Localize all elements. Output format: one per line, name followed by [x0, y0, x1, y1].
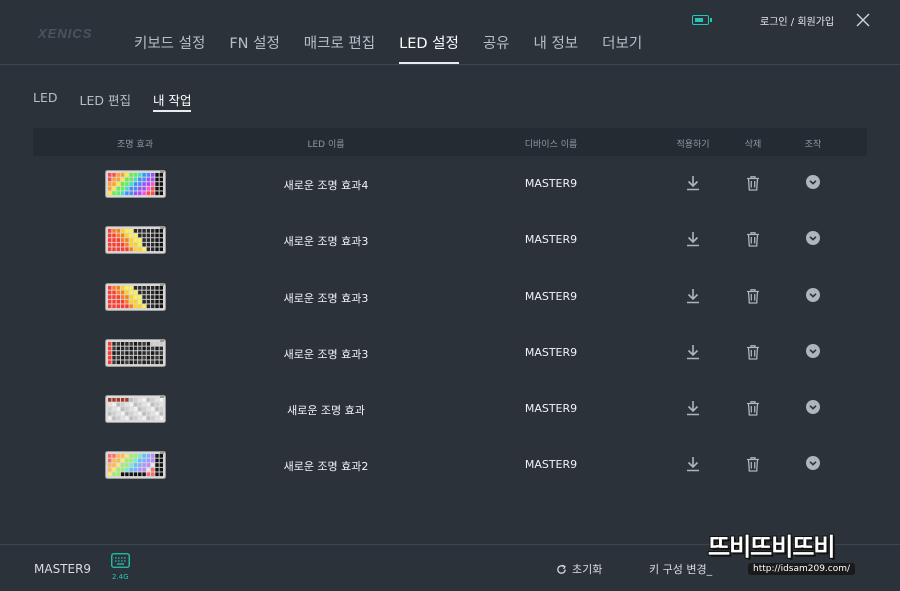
header-apply: 적용하기 — [676, 140, 710, 150]
action-menu-button[interactable] — [804, 287, 822, 305]
header-device-name: 디바이스 이름 — [524, 140, 578, 150]
chevron-down-circle-icon — [806, 400, 820, 415]
action-menu-button[interactable] — [804, 455, 822, 473]
tab-led[interactable]: LED — [22, 90, 69, 112]
nav-share[interactable]: 공유 — [471, 32, 522, 64]
trash-icon — [747, 345, 759, 360]
chevron-down-circle-icon — [806, 231, 820, 246]
tab-my-work[interactable]: 내 작업 — [142, 90, 202, 112]
delete-button[interactable] — [744, 174, 762, 192]
nav-macro-edit[interactable]: 매크로 편집 — [292, 32, 387, 64]
connection-badge: 2.4G — [112, 573, 129, 581]
apply-download-button[interactable] — [684, 230, 702, 248]
led-name: 새로운 조명 효과 — [287, 404, 365, 418]
table-row: 새로운 조명 효과3 MASTER9 — [33, 212, 867, 268]
table-row: 새로운 조명 효과3 MASTER9 — [33, 325, 867, 381]
refresh-icon — [557, 564, 566, 574]
led-preview-keyboard — [105, 451, 166, 480]
reset-button[interactable]: 초기화 — [556, 561, 602, 577]
header-led-name: LED 이름 — [307, 140, 345, 150]
top-bar: XENICS 키보드 설정 FN 설정 매크로 편집 LED 설정 공유 내 정… — [0, 0, 900, 64]
header-effect: 조명 효과 — [117, 140, 153, 150]
trash-icon — [747, 288, 759, 304]
led-name: 새로운 조명 효과3 — [283, 347, 369, 361]
download-icon — [687, 176, 699, 191]
download-icon — [687, 401, 699, 416]
nav-more[interactable]: 더보기 — [590, 32, 654, 64]
led-preview-keyboard — [105, 282, 166, 311]
chevron-down-circle-icon — [806, 456, 820, 471]
device-name: MASTER9 — [524, 177, 578, 190]
delete-button[interactable] — [744, 230, 762, 248]
led-preview-keyboard — [105, 395, 166, 424]
trash-icon — [747, 457, 759, 473]
download-icon — [687, 288, 699, 303]
device-name: MASTER9 — [524, 345, 578, 359]
watermark-title: 뜨비뜨비뜨비 — [708, 533, 835, 561]
header-divider — [0, 64, 900, 65]
footer-device-name: MASTER9 — [34, 562, 92, 576]
watermark: 뜨비뜨비뜨비 http://idsam209.com/ — [708, 527, 892, 583]
apply-download-button[interactable] — [684, 455, 702, 473]
login-signup-link[interactable]: 로그인 / 회원가입 — [760, 13, 834, 28]
sub-tabs: LED LED 편집 내 작업 — [22, 90, 202, 112]
action-menu-button[interactable] — [804, 343, 822, 361]
brand-logo: XENICS — [38, 26, 93, 41]
action-menu-button[interactable] — [804, 230, 822, 248]
delete-button[interactable] — [744, 343, 762, 361]
table-row: 새로운 조명 효과2 MASTER9 — [33, 437, 867, 493]
tab-led-edit[interactable]: LED 편집 — [69, 90, 142, 112]
apply-download-button[interactable] — [684, 174, 702, 192]
delete-button[interactable] — [744, 455, 762, 473]
table-body: 새로운 조명 효과4 MASTER9 새로운 조명 효과3 MASTER9 새로… — [33, 156, 867, 494]
apply-download-button[interactable] — [684, 399, 702, 417]
action-menu-button[interactable] — [804, 174, 822, 192]
trash-icon — [747, 176, 759, 191]
device-name: MASTER9 — [524, 233, 578, 247]
action-menu-button[interactable] — [804, 399, 822, 417]
led-preview-keyboard — [105, 338, 166, 367]
device-name: MASTER9 — [524, 458, 578, 472]
trash-icon — [747, 232, 759, 247]
header-delete: 삭제 — [744, 140, 762, 150]
table-header: 조명 효과 LED 이름 디바이스 이름 적용하기 삭제 조작 — [33, 128, 867, 156]
apply-download-button[interactable] — [684, 343, 702, 361]
chevron-down-circle-icon — [806, 287, 820, 302]
nav-led-settings[interactable]: LED 설정 — [387, 32, 471, 64]
delete-button[interactable] — [744, 399, 762, 417]
table-row: 새로운 조명 효과3 MASTER9 — [33, 269, 867, 325]
led-name: 새로운 조명 효과2 — [283, 460, 369, 474]
reset-label: 초기화 — [572, 563, 603, 576]
led-name: 새로운 조명 효과3 — [283, 291, 369, 305]
chevron-down-circle-icon — [806, 343, 820, 358]
battery-icon — [692, 15, 712, 25]
led-name: 새로운 조명 효과4 — [283, 179, 369, 192]
nav-keyboard-settings[interactable]: 키보드 설정 — [122, 32, 217, 64]
download-icon — [687, 232, 699, 247]
table-row: 새로운 조명 효과 MASTER9 — [33, 381, 867, 437]
led-preview-keyboard — [105, 226, 166, 255]
device-name: MASTER9 — [524, 402, 578, 416]
keyboard-icon[interactable] — [111, 553, 130, 568]
close-icon[interactable] — [853, 10, 873, 30]
led-name: 새로운 조명 효과3 — [283, 235, 369, 249]
delete-button[interactable] — [744, 287, 762, 305]
header-action: 조작 — [804, 140, 822, 150]
watermark-url: http://idsam209.com/ — [748, 563, 856, 575]
table-row: 새로운 조명 효과4 MASTER9 — [33, 156, 867, 212]
main-nav: 키보드 설정 FN 설정 매크로 편집 LED 설정 공유 내 정보 더보기 — [122, 32, 654, 64]
led-preview-keyboard — [105, 170, 166, 198]
nav-fn-settings[interactable]: FN 설정 — [217, 32, 291, 64]
apply-download-button[interactable] — [684, 287, 702, 305]
chevron-down-circle-icon — [806, 175, 820, 189]
download-icon — [687, 457, 699, 472]
key-config-change-button[interactable]: 키 구성 변경_ — [649, 561, 712, 577]
device-name: MASTER9 — [524, 289, 578, 303]
trash-icon — [747, 401, 759, 416]
nav-my-info[interactable]: 내 정보 — [522, 32, 591, 64]
download-icon — [687, 344, 699, 360]
